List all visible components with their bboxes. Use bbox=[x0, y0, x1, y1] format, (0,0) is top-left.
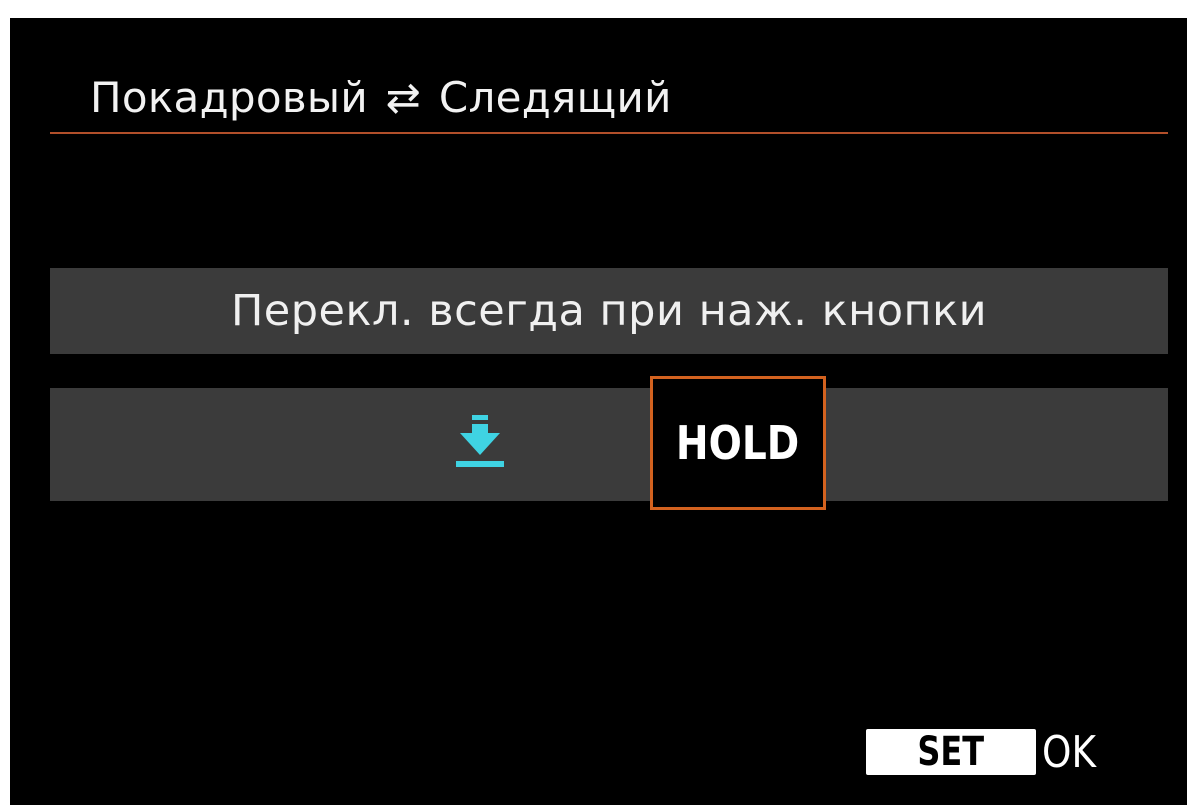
menu-title: Покадровый ⇄ Следящий bbox=[90, 68, 672, 128]
option-hold-button[interactable]: HOLD bbox=[650, 376, 826, 510]
set-ok-button[interactable]: SET OK bbox=[866, 726, 1106, 778]
info-text: Перекл. всегда при наж. кнопки bbox=[230, 286, 988, 336]
title-left: Покадровый bbox=[90, 73, 368, 122]
switch-arrows-icon: ⇄ bbox=[385, 73, 422, 122]
options-bar: HOLD bbox=[50, 376, 1168, 510]
title-right: Следящий bbox=[438, 73, 672, 122]
set-label: SET bbox=[917, 729, 985, 775]
camera-menu-screen: Покадровый ⇄ Следящий Перекл. всегда при… bbox=[10, 18, 1187, 805]
ok-label: OK bbox=[1042, 726, 1096, 778]
download-arrow-icon bbox=[456, 415, 504, 467]
set-badge: SET bbox=[866, 729, 1036, 775]
hold-label: HOLD bbox=[676, 416, 800, 470]
info-bar: Перекл. всегда при наж. кнопки bbox=[50, 268, 1168, 354]
title-divider bbox=[50, 132, 1168, 134]
option-press-button[interactable] bbox=[450, 413, 510, 483]
